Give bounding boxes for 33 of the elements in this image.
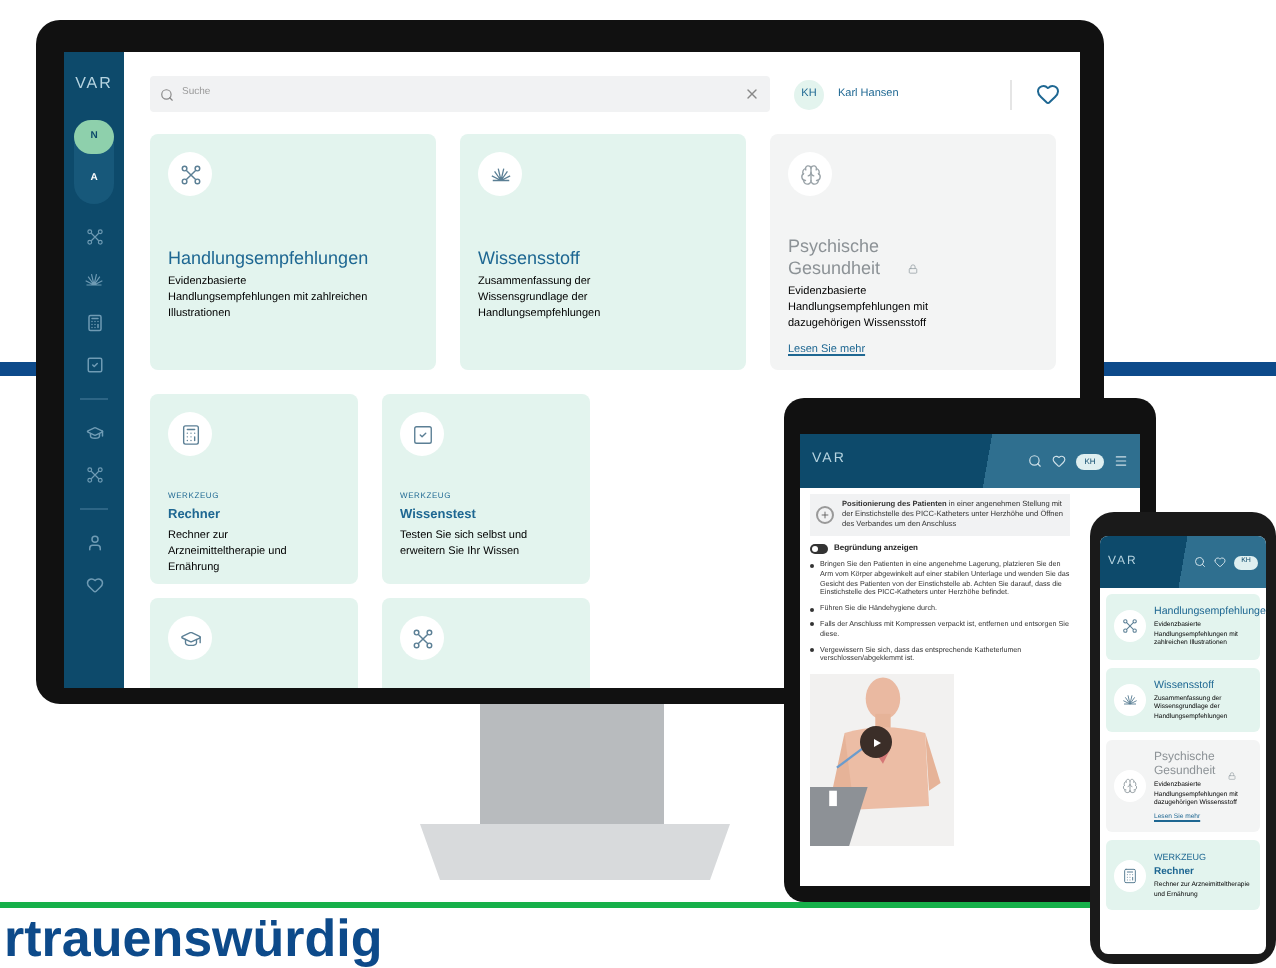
network-icon [179, 163, 201, 185]
graduation-cap-icon[interactable] [85, 424, 103, 442]
network-icon [1122, 618, 1138, 635]
calculator-icon [179, 423, 201, 445]
network-icon [85, 466, 103, 484]
lock-icon [1228, 772, 1236, 780]
graduation-cap-icon [179, 627, 201, 649]
heart-icon[interactable] [1036, 82, 1061, 106]
checkbox-icon[interactable] [85, 356, 103, 374]
lock-icon [908, 264, 918, 274]
logo[interactable]: VAR [75, 72, 113, 96]
fan-icon [1122, 691, 1138, 708]
checkbox-icon [411, 423, 433, 445]
toggle-switch[interactable] [810, 543, 828, 553]
fan-icon [489, 163, 511, 185]
fan-icon [84, 270, 104, 290]
card-title: Psychische Gesundheit [788, 236, 883, 280]
search-icon[interactable] [1194, 556, 1206, 568]
network-icon [411, 627, 433, 649]
calculator-icon[interactable] [85, 314, 103, 332]
plus-icon[interactable] [816, 506, 834, 524]
play-icon [871, 737, 881, 748]
menu-icon[interactable] [1114, 454, 1128, 468]
card-title: Wissensstoff [478, 248, 582, 270]
card-title: Handlungsempfehlungen [168, 248, 371, 270]
clear-icon[interactable] [744, 86, 760, 102]
user-icon[interactable] [85, 534, 103, 552]
calculator-icon [1122, 867, 1138, 884]
heart-icon[interactable] [85, 576, 103, 594]
search-icon [160, 87, 174, 101]
search-icon[interactable] [1028, 454, 1042, 468]
headline: rtrauenswürdig [4, 910, 383, 966]
network-icon [85, 228, 103, 246]
